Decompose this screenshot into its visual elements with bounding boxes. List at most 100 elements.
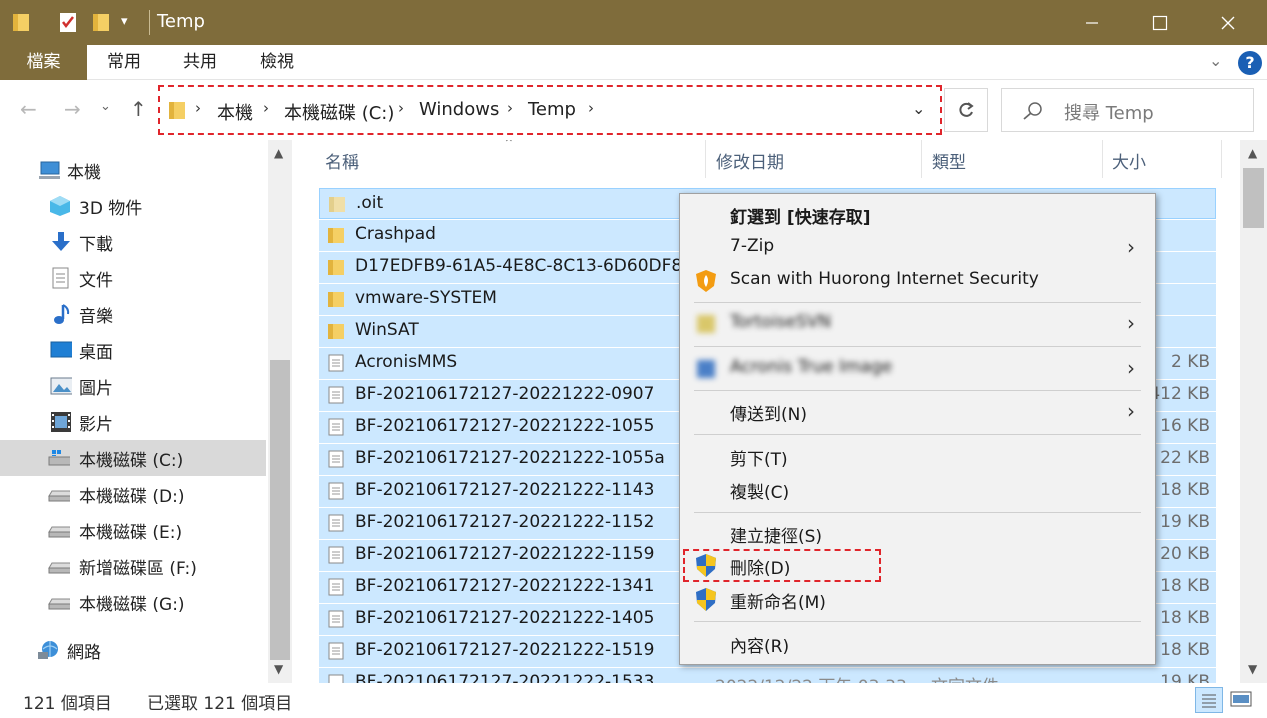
forward-arrow-icon[interactable]: → xyxy=(64,97,81,121)
breadcrumb-chevron-icon[interactable]: › xyxy=(588,99,594,117)
menu-item-copy[interactable]: 複製(C) xyxy=(680,475,1155,505)
search-input[interactable]: 搜尋 Temp xyxy=(1064,99,1154,125)
breadcrumb-drive-c[interactable]: 本機磁碟 (C:) xyxy=(284,99,394,125)
menu-item-label: 建立捷徑(S) xyxy=(730,527,823,547)
column-header-size[interactable]: 大小 xyxy=(1112,148,1146,173)
sidebar-item-documents[interactable]: 文件 xyxy=(0,260,266,296)
up-arrow-icon[interactable]: ↑ xyxy=(130,97,147,121)
navigation-pane-scrollbar[interactable]: ▲ ▼ xyxy=(268,140,292,683)
sidebar-item-drive-e[interactable]: 本機磁碟 (E:) xyxy=(0,512,266,548)
column-divider[interactable] xyxy=(921,140,922,178)
file-size: 19 KB xyxy=(1160,672,1210,683)
sidebar-item-network[interactable]: 網路 xyxy=(0,632,266,668)
menu-separator xyxy=(694,390,1141,391)
breadcrumb-chevron-icon[interactable]: › xyxy=(398,99,404,117)
minimize-icon xyxy=(1086,21,1098,24)
sidebar-item-pictures[interactable]: 圖片 xyxy=(0,368,266,404)
menu-item-send-to[interactable]: 傳送到(N) › xyxy=(680,397,1155,427)
sidebar-item-this-pc[interactable]: 本機 xyxy=(0,152,266,188)
tab-home[interactable]: 常用 xyxy=(95,45,153,80)
scroll-up-icon[interactable]: ▲ xyxy=(274,146,283,160)
address-bar[interactable]: › 本機 › 本機磁碟 (C:) › Windows › Temp › ⌄ xyxy=(158,85,942,135)
close-button[interactable] xyxy=(1194,0,1262,45)
column-divider[interactable] xyxy=(1102,140,1103,178)
sidebar-item-label: 本機磁碟 (D:) xyxy=(79,487,185,507)
menu-item-7zip[interactable]: 7-Zip › xyxy=(680,233,1155,263)
tab-share[interactable]: 共用 xyxy=(171,45,229,80)
sidebar-item-downloads[interactable]: 下載 xyxy=(0,224,266,260)
sidebar-item-music[interactable]: 音樂 xyxy=(0,296,266,332)
large-icons-view-button[interactable] xyxy=(1228,687,1256,713)
menu-item-huorong-scan[interactable]: Scan with Huorong Internet Security xyxy=(680,266,1155,296)
column-divider[interactable] xyxy=(705,140,706,178)
maximize-button[interactable] xyxy=(1126,0,1194,45)
file-size: 18 KB xyxy=(1160,640,1210,660)
huorong-shield-icon xyxy=(696,270,716,292)
customize-quick-access-icon[interactable]: ▾ xyxy=(121,14,128,29)
column-header-name[interactable]: 名稱 xyxy=(325,148,359,173)
scrollbar-thumb[interactable] xyxy=(270,360,290,660)
breadcrumb-this-pc[interactable]: 本機 xyxy=(217,99,253,125)
menu-item-blurred-1[interactable]: TortoiseSVN › xyxy=(680,309,1155,339)
back-arrow-icon[interactable]: ← xyxy=(20,97,37,121)
column-divider[interactable] xyxy=(1221,140,1222,178)
properties-icon[interactable] xyxy=(58,12,78,33)
file-size: 18 KB xyxy=(1160,576,1210,596)
address-history-dropdown-icon[interactable]: ⌄ xyxy=(912,99,925,118)
scroll-up-icon[interactable]: ▲ xyxy=(1248,146,1257,160)
delete-highlight-annotation xyxy=(683,549,881,582)
details-view-button[interactable] xyxy=(1195,687,1223,713)
new-folder-icon[interactable] xyxy=(92,12,110,32)
folder-icon[interactable] xyxy=(12,12,30,32)
title-separator xyxy=(149,10,150,35)
file-name: WinSAT xyxy=(355,320,419,340)
scroll-down-icon[interactable]: ▼ xyxy=(274,662,283,676)
menu-item-properties[interactable]: 內容(R) xyxy=(680,629,1155,659)
sidebar-item-3d-objects[interactable]: 3D 物件 xyxy=(0,188,266,224)
file-size: 2 KB xyxy=(1170,352,1210,372)
status-bar: 121 個項目 已選取 121 個項目 xyxy=(0,683,1267,718)
menu-item-blurred-2[interactable]: Acronis True Image › xyxy=(680,354,1155,384)
sidebar-item-drive-g[interactable]: 本機磁碟 (G:) xyxy=(0,584,266,620)
minimize-button[interactable] xyxy=(1058,0,1126,45)
breadcrumb-windows[interactable]: Windows xyxy=(419,99,499,120)
selected-count: 已選取 121 個項目 xyxy=(147,694,293,714)
help-button[interactable]: ? xyxy=(1238,51,1262,75)
menu-item-pin-quick-access[interactable]: 釘選到 [快速存取] xyxy=(680,200,1155,230)
scroll-down-icon[interactable]: ▼ xyxy=(1248,662,1257,676)
file-icon xyxy=(328,610,344,628)
column-header-type[interactable]: 類型 xyxy=(932,148,966,173)
recent-locations-icon[interactable]: ⌄ xyxy=(100,99,111,114)
breadcrumb-chevron-icon[interactable]: › xyxy=(263,99,269,117)
tab-file[interactable]: 檔案 xyxy=(0,45,87,80)
large-icons-view-icon xyxy=(1230,691,1252,707)
breadcrumb-temp[interactable]: Temp xyxy=(528,99,576,120)
sidebar-item-drive-c[interactable]: 本機磁碟 (C:) xyxy=(0,440,266,476)
cube-icon xyxy=(50,196,70,216)
menu-separator xyxy=(694,302,1141,303)
tab-view[interactable]: 檢視 xyxy=(248,45,306,80)
expand-ribbon-icon[interactable]: ⌄ xyxy=(1209,51,1222,70)
sidebar-item-videos[interactable]: 影片 xyxy=(0,404,266,440)
file-name: BF-202106172127-20221222-1159 xyxy=(355,544,655,564)
menu-item-create-shortcut[interactable]: 建立捷徑(S) xyxy=(680,519,1155,549)
sidebar-item-desktop[interactable]: 桌面 xyxy=(0,332,266,368)
uac-shield-icon xyxy=(696,588,716,611)
search-box[interactable]: 搜尋 Temp xyxy=(1001,88,1254,132)
menu-item-rename[interactable]: 重新命名(M) xyxy=(680,585,1155,615)
menu-item-label: 7-Zip xyxy=(730,236,775,256)
sidebar-item-drive-f[interactable]: 新增磁碟區 (F:) xyxy=(0,548,266,584)
table-row[interactable]: BF-202106172127-20221222-1533 2022/12/22… xyxy=(319,668,1216,683)
scrollbar-thumb[interactable] xyxy=(1243,168,1264,228)
breadcrumb-chevron-icon[interactable]: › xyxy=(507,99,513,117)
refresh-button[interactable] xyxy=(944,88,988,132)
column-header-date[interactable]: 修改日期 xyxy=(716,148,784,173)
sidebar-item-label: 本機 xyxy=(67,163,101,183)
menu-item-cut[interactable]: 剪下(T) xyxy=(680,442,1155,472)
submenu-arrow-icon: › xyxy=(1127,311,1135,335)
sidebar-item-drive-d[interactable]: 本機磁碟 (D:) xyxy=(0,476,266,512)
breadcrumb-chevron-icon[interactable]: › xyxy=(195,99,201,117)
menu-item-label: Scan with Huorong Internet Security xyxy=(730,269,1039,289)
app-icon xyxy=(697,360,715,378)
file-list-scrollbar[interactable]: ▲ ▼ xyxy=(1240,140,1267,683)
